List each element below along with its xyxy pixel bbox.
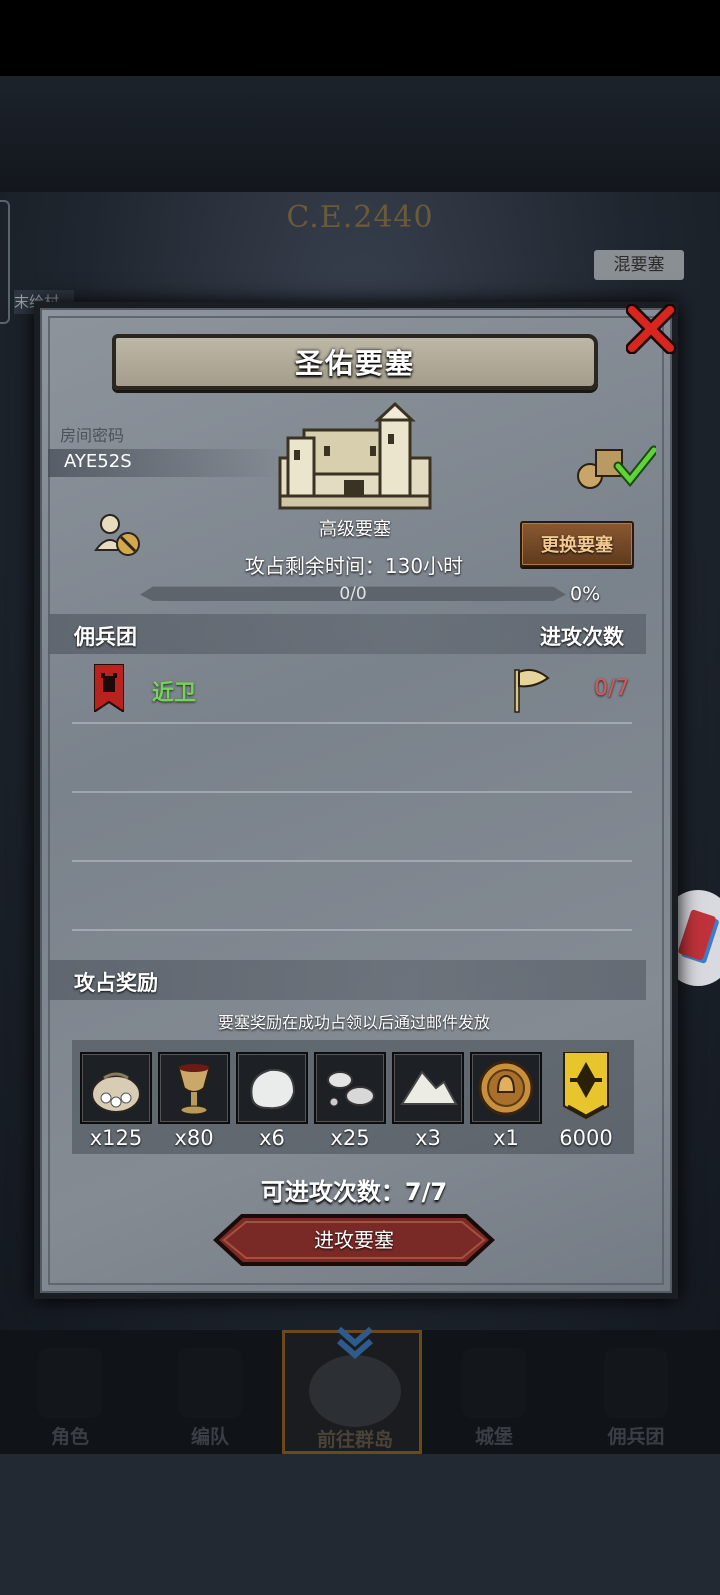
nav-mercenaries[interactable]: 佣兵团 [566, 1330, 706, 1454]
nav-label: 编队 [190, 1426, 229, 1448]
status-bar [0, 0, 720, 76]
nav-label: 城堡 [474, 1426, 513, 1448]
close-button[interactable] [622, 300, 680, 358]
nav-label: 佣兵团 [607, 1426, 665, 1448]
reward-qty: 6000 [559, 1126, 613, 1150]
salt-pile-icon [400, 1070, 458, 1105]
reward-item[interactable]: x1 [470, 1052, 542, 1162]
nav-label: 角色 [50, 1426, 89, 1448]
castle-icon [278, 401, 432, 510]
row-divider [72, 722, 632, 724]
row-divider [72, 860, 632, 862]
reward-item[interactable]: x125 [80, 1052, 152, 1162]
bottom-band [0, 1454, 720, 1595]
book-icon [677, 909, 717, 961]
globe-icon [309, 1355, 401, 1427]
close-icon [626, 304, 676, 354]
nav-castle[interactable]: 城堡 [424, 1330, 564, 1454]
chevron-down-icon [337, 1326, 373, 1359]
row-divider [72, 791, 632, 793]
reward-qty: x80 [174, 1126, 214, 1150]
castle-icon [462, 1348, 526, 1418]
nav-islands[interactable]: 前往群岛 [282, 1326, 422, 1454]
reward-qty: x125 [89, 1126, 143, 1150]
list-item[interactable] [48, 660, 646, 722]
reward-item[interactable]: x6 [236, 1052, 308, 1162]
attack-fortress-label: 进攻要塞 [314, 1228, 394, 1252]
coin-sack-icon [91, 1072, 141, 1113]
knight-medal-icon [478, 1060, 534, 1116]
guild-emblem-icon [563, 1052, 609, 1120]
silver-ore-icon [327, 1071, 375, 1107]
goblet-icon [176, 1064, 212, 1115]
row-divider [72, 929, 632, 931]
era-year: C.E.2440 [286, 200, 434, 235]
room-code-label: 房间密码 [60, 426, 125, 445]
mercenary-attacks: 0/7 [594, 676, 630, 701]
left-edge-tab[interactable] [0, 200, 10, 324]
reward-qty: x1 [493, 1126, 519, 1150]
reward-item[interactable]: x25 [314, 1052, 386, 1162]
title-banner: 圣佑要塞 [112, 334, 598, 390]
mercenary-banner-icon [94, 664, 124, 712]
nav-role[interactable]: 角色 [0, 1330, 140, 1454]
top-band [0, 76, 720, 196]
capture-progress-text: 0/0 [339, 584, 367, 604]
attack-fortress-button[interactable]: 进攻要塞 [212, 1214, 496, 1266]
capture-progress-percent: 0% [570, 583, 601, 605]
white-stone-icon [250, 1068, 296, 1110]
rewards-header: 攻占奖励 [74, 971, 158, 995]
reward-qty: x6 [259, 1126, 285, 1150]
map-fortress-tag: 混要塞 [594, 250, 684, 280]
helmet-icon [178, 1348, 242, 1418]
flag-icon [514, 669, 550, 713]
attacks-header: 进攻次数 [540, 625, 624, 649]
loot-claimed-icon[interactable] [574, 440, 656, 490]
knight-icon [38, 1348, 102, 1418]
reward-item[interactable]: 6000 [554, 1052, 618, 1162]
attack-count: 可进攻次数：7/7 [260, 1178, 448, 1206]
mercenaries-header: 佣兵团 [74, 625, 137, 649]
reward-item[interactable]: x3 [392, 1052, 464, 1162]
time-remaining: 攻占剩余时间：130小时 [244, 554, 464, 578]
reward-qty: x3 [415, 1126, 441, 1150]
reward-qty: x25 [330, 1126, 370, 1150]
ship-icon [604, 1348, 668, 1418]
mercenary-name: 近卫 [152, 681, 197, 706]
nav-formation[interactable]: 编队 [140, 1330, 280, 1454]
reward-item[interactable]: x80 [158, 1052, 230, 1162]
room-code[interactable]: AYE52S [64, 451, 132, 472]
nav-label: 前往群岛 [316, 1429, 393, 1451]
dialog-title: 圣佑要塞 [294, 347, 415, 380]
rewards-note: 要塞奖励在成功占领以后通过邮件发放 [217, 1013, 490, 1032]
